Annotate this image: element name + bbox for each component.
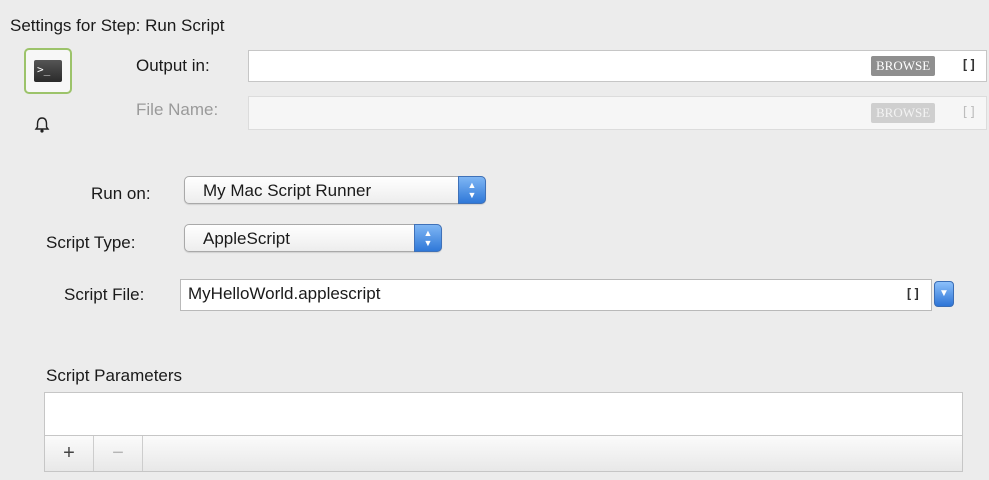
bell-icon[interactable]	[34, 116, 50, 134]
popup-arrows-icon: ▲ ▼	[414, 224, 442, 252]
file-name-browse-button: BROWSE	[871, 103, 936, 123]
script-parameters-table[interactable]	[44, 392, 963, 436]
run-on-popup[interactable]: My Mac Script Runner ▲ ▼	[184, 176, 486, 204]
terminal-icon[interactable]: >_	[24, 48, 72, 94]
script-type-selected: AppleScript	[203, 229, 290, 248]
file-name-label: File Name:	[136, 100, 219, 119]
script-parameters-toolbar: + −	[44, 436, 963, 472]
output-variable-button[interactable]: []	[961, 58, 977, 73]
file-name-variable-button: []	[961, 105, 977, 120]
output-in-label: Output in:	[136, 56, 210, 75]
script-file-value: MyHelloWorld.applescript	[188, 284, 381, 303]
run-on-selected: My Mac Script Runner	[203, 181, 372, 200]
script-file-dropdown-button[interactable]: ▼	[934, 281, 954, 307]
script-file-field[interactable]: MyHelloWorld.applescript	[180, 279, 932, 311]
script-parameters-title: Script Parameters	[46, 366, 183, 385]
popup-arrows-icon: ▲ ▼	[458, 176, 486, 204]
terminal-screen: >_	[34, 60, 62, 82]
script-type-label: Script Type:	[46, 233, 136, 252]
run-on-label: Run on:	[91, 184, 151, 203]
page-title: Settings for Step: Run Script	[10, 16, 225, 35]
script-file-label: Script File:	[64, 285, 145, 304]
script-type-popup[interactable]: AppleScript ▲ ▼	[184, 224, 442, 252]
output-browse-button[interactable]: BROWSE	[871, 56, 936, 76]
add-parameter-button[interactable]: +	[45, 436, 94, 471]
script-file-variable-button[interactable]: []	[905, 287, 921, 302]
remove-parameter-button[interactable]: −	[94, 436, 143, 471]
